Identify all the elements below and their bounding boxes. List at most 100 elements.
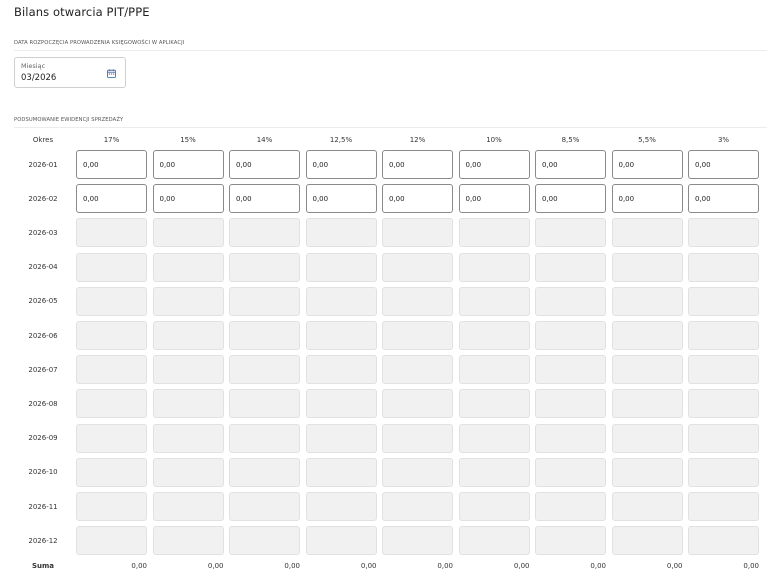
amount-value: 0,00 (542, 195, 558, 204)
amount-value: 0,00 (542, 161, 558, 169)
amount-input (458, 355, 530, 385)
amount-input (305, 252, 377, 282)
amount-input (611, 355, 683, 385)
amount-input (305, 321, 377, 350)
period-label: 2026-07 (28, 365, 58, 374)
sum-value: 0,00 (590, 562, 606, 570)
amount-input (229, 252, 300, 282)
amount-input[interactable]: 0,00 (152, 150, 224, 179)
amount-input[interactable]: 0,00 (76, 150, 147, 179)
amount-value: 0,00 (236, 195, 252, 204)
month-field-value: 03/2026 (21, 73, 57, 83)
period-label: 2026-01 (28, 160, 58, 169)
amount-value: 0,00 (465, 161, 482, 169)
amount-input (382, 355, 453, 385)
sum-value: 0,00 (743, 562, 759, 570)
amount-value: 0,00 (695, 161, 711, 169)
period-label: 2026-05 (28, 297, 58, 306)
amount-input (76, 423, 147, 453)
sum-label: Suma (31, 562, 55, 570)
amount-input (382, 218, 453, 248)
start-section-label: DATA ROZPOCZĘCIA PROWADZENIA KSIĘGOWOŚCI… (14, 40, 185, 46)
rate-header: 14% (256, 136, 273, 144)
amount-input (688, 526, 759, 556)
period-label: 2026-12 (28, 536, 58, 545)
sum-value: 0,00 (437, 562, 453, 570)
amount-input[interactable]: 0,00 (305, 184, 377, 214)
amount-input[interactable]: 0,00 (382, 150, 453, 179)
amount-input (305, 389, 377, 419)
amount-input (535, 457, 606, 487)
amount-input (152, 492, 224, 521)
amount-input (152, 286, 224, 316)
amount-input (152, 321, 224, 350)
rate-header: 15% (180, 136, 196, 144)
calendar-icon[interactable] (107, 69, 116, 78)
amount-input (688, 355, 759, 385)
amount-input (305, 457, 377, 487)
amount-input (458, 389, 530, 419)
amount-input (229, 321, 300, 350)
amount-input[interactable]: 0,00 (382, 184, 453, 214)
sum-value: 0,00 (513, 562, 530, 570)
amount-input (152, 218, 224, 248)
amount-input (76, 457, 147, 487)
amount-value: 0,00 (695, 195, 711, 204)
amount-value: 0,00 (618, 195, 635, 204)
amount-input (611, 321, 683, 350)
amount-value: 0,00 (389, 195, 405, 204)
amount-input (688, 423, 759, 453)
amount-input (76, 389, 147, 419)
amount-input[interactable]: 0,00 (535, 184, 606, 214)
amount-input (152, 526, 224, 556)
period-label: 2026-10 (28, 468, 58, 477)
amount-input (688, 492, 759, 521)
amount-input (305, 355, 377, 385)
amount-input (458, 286, 530, 316)
amount-input (458, 457, 530, 487)
period-label: 2026-03 (28, 228, 58, 237)
summary-section-label: PODSUMOWANIE EWIDENCJI SPRZEDAŻY (14, 117, 124, 123)
amount-input[interactable]: 0,00 (688, 150, 759, 179)
sum-value: 0,00 (360, 562, 377, 570)
month-field[interactable]: Miesiąc 03/2026 (14, 57, 126, 88)
amount-input (688, 321, 759, 350)
amount-input (76, 218, 147, 248)
amount-input (688, 457, 759, 487)
rate-header: 3% (717, 136, 730, 144)
amount-input[interactable]: 0,00 (152, 184, 224, 214)
period-label: 2026-04 (28, 263, 58, 272)
amount-input (229, 286, 300, 316)
amount-input[interactable]: 0,00 (535, 150, 606, 179)
amount-input (535, 252, 606, 282)
amount-input[interactable]: 0,00 (76, 184, 147, 214)
amount-input (611, 423, 683, 453)
amount-input (688, 389, 759, 419)
amount-input[interactable]: 0,00 (305, 150, 377, 179)
amount-input (382, 457, 453, 487)
amount-input (76, 252, 147, 282)
amount-input[interactable]: 0,00 (611, 184, 683, 214)
amount-input[interactable]: 0,00 (458, 184, 530, 214)
rate-header: 5,5% (638, 136, 656, 144)
amount-input[interactable]: 0,00 (229, 184, 300, 214)
period-header: Okres (32, 136, 54, 144)
sum-value: 0,00 (131, 562, 147, 570)
amount-input[interactable]: 0,00 (688, 184, 759, 214)
rate-header: 8,5% (561, 136, 580, 144)
amount-input[interactable]: 0,00 (458, 150, 530, 179)
amount-value: 0,00 (159, 161, 176, 169)
amount-input (458, 252, 530, 282)
amount-input[interactable]: 0,00 (229, 150, 300, 179)
amount-value: 0,00 (159, 195, 176, 204)
amount-input (382, 286, 453, 316)
amount-input (611, 457, 683, 487)
amount-input (305, 423, 377, 453)
amount-input[interactable]: 0,00 (611, 150, 683, 179)
amount-input (305, 218, 377, 248)
amount-value: 0,00 (83, 195, 99, 204)
amount-input (458, 321, 530, 350)
amount-input (152, 389, 224, 419)
amount-input (229, 389, 300, 419)
rate-header: 12% (409, 136, 426, 144)
